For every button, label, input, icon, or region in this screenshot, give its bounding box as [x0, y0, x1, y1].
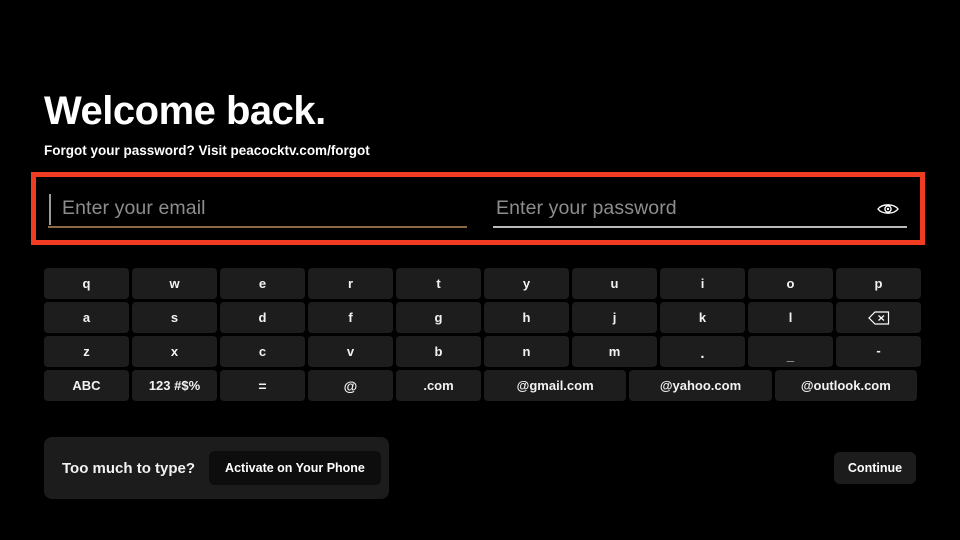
key-label: e: [258, 276, 267, 291]
key-label: ABC: [72, 378, 101, 393]
key-label: =: [258, 377, 267, 394]
page-subtitle: Forgot your password? Visit peacocktv.co…: [44, 143, 370, 158]
key-label: l: [788, 310, 793, 325]
key-label: f: [348, 310, 353, 325]
key-n[interactable]: n: [484, 336, 569, 367]
key-label: a: [82, 310, 91, 325]
key-label: @outlook.com: [800, 378, 891, 393]
keyboard-row-4: ABC 123 #$% = @ .com @gmail.com @yahoo.c…: [44, 370, 917, 401]
key-label: o: [786, 276, 795, 291]
key-yahoo-domain[interactable]: @yahoo.com: [629, 370, 772, 401]
email-field[interactable]: Enter your email: [36, 177, 479, 240]
key-label: .com: [423, 378, 454, 393]
key-label: p: [874, 276, 883, 291]
key-label: z: [83, 344, 90, 359]
header: Welcome back. Forgot your password? Visi…: [44, 88, 924, 160]
key-l[interactable]: l: [748, 302, 833, 333]
key-label: k: [698, 310, 707, 325]
key-hyphen[interactable]: -: [836, 336, 921, 367]
key-label: r: [347, 276, 354, 291]
key-label: h: [522, 310, 531, 325]
key-u[interactable]: u: [572, 268, 657, 299]
activate-on-phone-button[interactable]: Activate on Your Phone: [209, 451, 381, 485]
password-underline: [493, 226, 907, 228]
on-screen-keyboard: q w e r t y u i o p a s d f g h j k l z …: [44, 268, 921, 404]
helper-text: Too much to type?: [62, 459, 196, 477]
key-outlook-domain[interactable]: @outlook.com: [774, 370, 917, 401]
password-field[interactable]: Enter your password: [479, 177, 920, 240]
key-w[interactable]: w: [132, 268, 217, 299]
key-period[interactable]: .: [660, 336, 745, 367]
key-c[interactable]: c: [220, 336, 305, 367]
key-symbols-layout[interactable]: 123 #$%: [132, 370, 217, 401]
key-a[interactable]: a: [44, 302, 129, 333]
email-placeholder: Enter your email: [62, 197, 206, 219]
key-label: q: [82, 276, 91, 291]
activate-on-phone-panel: Too much to type? Activate on Your Phone: [44, 437, 389, 499]
key-b[interactable]: b: [396, 336, 481, 367]
key-label: n: [522, 344, 531, 359]
key-underscore[interactable]: _: [748, 336, 833, 367]
key-x[interactable]: x: [132, 336, 217, 367]
key-label: c: [258, 344, 267, 359]
continue-button[interactable]: Continue: [834, 452, 916, 484]
email-underline: [48, 226, 467, 228]
key-r[interactable]: r: [308, 268, 393, 299]
key-v[interactable]: v: [308, 336, 393, 367]
key-f[interactable]: f: [308, 302, 393, 333]
key-label: _: [786, 348, 795, 363]
key-g[interactable]: g: [396, 302, 481, 333]
keyboard-row-3: z x c v b n m . _ -: [44, 336, 921, 367]
key-label: i: [700, 276, 705, 291]
keyboard-row-2: a s d f g h j k l: [44, 302, 921, 333]
key-label: d: [258, 310, 267, 325]
key-p[interactable]: p: [836, 268, 921, 299]
key-gmail-domain[interactable]: @gmail.com: [484, 370, 627, 401]
key-q[interactable]: q: [44, 268, 129, 299]
keyboard-row-1: q w e r t y u i o p: [44, 268, 921, 299]
key-d[interactable]: d: [220, 302, 305, 333]
page-title: Welcome back.: [44, 89, 326, 133]
key-label: w: [169, 276, 180, 291]
key-label: t: [436, 276, 441, 291]
signin-screen: Welcome back. Forgot your password? Visi…: [0, 0, 960, 540]
password-placeholder: Enter your password: [496, 197, 677, 219]
key-label: .: [700, 345, 705, 362]
key-i[interactable]: i: [660, 268, 745, 299]
key-label: x: [170, 344, 179, 359]
key-label: m: [608, 344, 621, 359]
key-label: @yahoo.com: [659, 378, 742, 393]
key-s[interactable]: s: [132, 302, 217, 333]
eye-icon[interactable]: [876, 201, 900, 217]
key-abc-layout[interactable]: ABC: [44, 370, 129, 401]
key-label: g: [434, 310, 443, 325]
key-z[interactable]: z: [44, 336, 129, 367]
key-o[interactable]: o: [748, 268, 833, 299]
key-label: v: [346, 344, 355, 359]
key-m[interactable]: m: [572, 336, 657, 367]
credential-fields-group: Enter your email Enter your password: [31, 172, 925, 245]
key-dot-com[interactable]: .com: [396, 370, 481, 401]
key-label: @: [343, 377, 358, 394]
key-e[interactable]: e: [220, 268, 305, 299]
key-label: s: [170, 310, 179, 325]
key-equals[interactable]: =: [220, 370, 305, 401]
key-label: @gmail.com: [516, 378, 594, 393]
key-label: b: [434, 344, 443, 359]
text-caret: [49, 194, 51, 225]
key-t[interactable]: t: [396, 268, 481, 299]
key-label: 123 #$%: [148, 378, 201, 393]
key-label: u: [610, 276, 619, 291]
key-j[interactable]: j: [572, 302, 657, 333]
key-k[interactable]: k: [660, 302, 745, 333]
key-label: -: [876, 343, 881, 358]
backspace-icon: [867, 310, 891, 326]
key-label: j: [612, 310, 617, 325]
key-at-sign[interactable]: @: [308, 370, 393, 401]
key-backspace[interactable]: [836, 302, 921, 333]
key-y[interactable]: y: [484, 268, 569, 299]
key-h[interactable]: h: [484, 302, 569, 333]
key-label: y: [522, 276, 531, 291]
